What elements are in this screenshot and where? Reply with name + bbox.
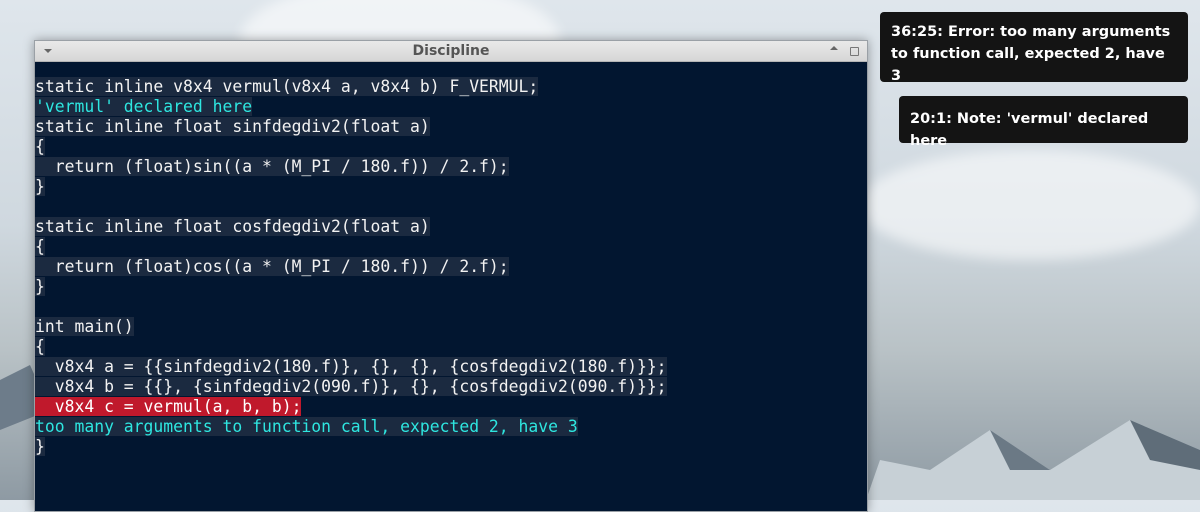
code-line[interactable]: { (35, 137, 667, 157)
code-line-text: static inline float cosfdegdiv2(float a) (35, 217, 430, 236)
code-line-text: int main() (35, 317, 134, 336)
code-editor[interactable]: static inline v8x4 vermul(v8x4 a, v8x4 b… (35, 77, 667, 457)
error-notification[interactable]: 36:25: Error: too many arguments to func… (880, 12, 1188, 84)
code-line[interactable]: { (35, 237, 667, 257)
code-line-text: } (35, 437, 45, 456)
code-line-text: static inline float sinfdegdiv2(float a) (35, 117, 430, 136)
diagnostic-line[interactable]: too many arguments to function call, exp… (35, 417, 667, 437)
note-notification[interactable]: 20:1: Note: 'vermul' declared here (899, 96, 1188, 149)
code-line-text: return (float)cos((a * (M_PI / 180.f)) /… (35, 257, 509, 276)
code-line-text: 'vermul' declared here (35, 97, 253, 116)
code-line[interactable]: static inline v8x4 vermul(v8x4 a, v8x4 b… (35, 77, 667, 97)
code-line[interactable]: { (35, 337, 667, 357)
code-line[interactable]: } (35, 177, 667, 197)
code-line[interactable]: static inline float cosfdegdiv2(float a) (35, 217, 667, 237)
title-bar[interactable]: Discipline (35, 41, 867, 62)
code-line[interactable]: v8x4 a = {{sinfdegdiv2(180.f)}, {}, {}, … (35, 357, 667, 377)
window-title: Discipline (412, 43, 490, 59)
code-line[interactable]: } (35, 437, 667, 457)
code-line[interactable]: static inline float sinfdegdiv2(float a) (35, 117, 667, 137)
maximize-icon[interactable] (847, 44, 861, 58)
code-line-text: { (35, 137, 45, 156)
code-line[interactable]: return (float)sin((a * (M_PI / 180.f)) /… (35, 157, 667, 177)
code-line-text: { (35, 237, 45, 256)
code-line[interactable] (35, 297, 667, 317)
code-line[interactable]: } (35, 277, 667, 297)
code-line-text: v8x4 a = {{sinfdegdiv2(180.f)}, {}, {}, … (35, 357, 667, 376)
code-line[interactable]: v8x4 b = {{}, {sinfdegdiv2(090.f)}, {}, … (35, 377, 667, 397)
code-line[interactable]: int main() (35, 317, 667, 337)
code-line-text: } (35, 277, 45, 296)
diagnostic-line[interactable]: 'vermul' declared here (35, 97, 667, 117)
code-line-text: static inline v8x4 vermul(v8x4 a, v8x4 b… (35, 77, 539, 96)
code-line-text: too many arguments to function call, exp… (35, 417, 578, 436)
editor-window: Discipline static inline v8x4 vermul(v8x… (34, 40, 868, 512)
code-line-text: v8x4 b = {{}, {sinfdegdiv2(090.f)}, {}, … (35, 377, 667, 396)
code-line-text: } (35, 177, 45, 196)
minimize-icon[interactable] (827, 44, 841, 58)
code-line-text: { (35, 337, 45, 356)
code-line-text: return (float)sin((a * (M_PI / 180.f)) /… (35, 157, 509, 176)
code-line[interactable]: return (float)cos((a * (M_PI / 180.f)) /… (35, 257, 667, 277)
code-line[interactable] (35, 197, 667, 217)
cloud (860, 150, 1200, 260)
code-line-text: v8x4 c = vermul(a, b, b); (35, 397, 302, 416)
error-line[interactable]: v8x4 c = vermul(a, b, b); (35, 397, 667, 417)
error-notification-text: 36:25: Error: too many arguments to func… (891, 24, 1171, 84)
